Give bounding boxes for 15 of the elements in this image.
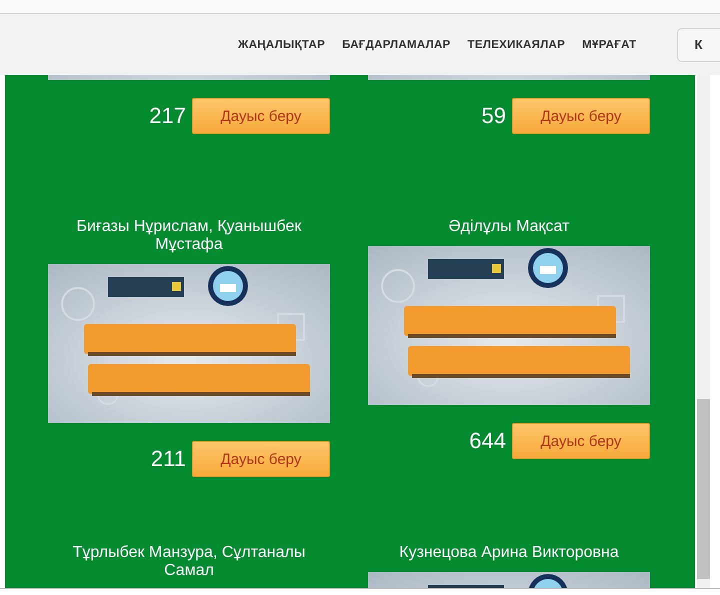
vote-count: 59	[482, 103, 506, 129]
participant-name: Биғазы Нұрислам, Қуанышбек Мұстафа	[76, 218, 302, 254]
nav-link[interactable]: БАҒДАРЛАМАЛАР	[342, 38, 451, 50]
participant-name: Тұрлыбек Манзура, Сұлтаналы Самал	[72, 544, 306, 580]
vote-count: 644	[469, 428, 506, 454]
nav-link[interactable]: ЖАҢАЛЫҚТАР	[238, 38, 326, 50]
vote-count: 217	[149, 103, 186, 129]
participant-name: Әділұлы Мақсат	[448, 218, 570, 236]
scrollbar[interactable]	[697, 75, 710, 588]
nav-link[interactable]: МҰРАҒАТ	[582, 38, 636, 50]
nav-button[interactable]: К	[677, 28, 720, 62]
nav-link[interactable]: ТЕЛЕХИКАЯЛАР	[468, 38, 566, 50]
participant-name: Кузнецова Арина Викторовна	[398, 544, 620, 562]
scrollbar-thumb[interactable]	[697, 399, 710, 579]
vote-count: 211	[150, 446, 186, 472]
